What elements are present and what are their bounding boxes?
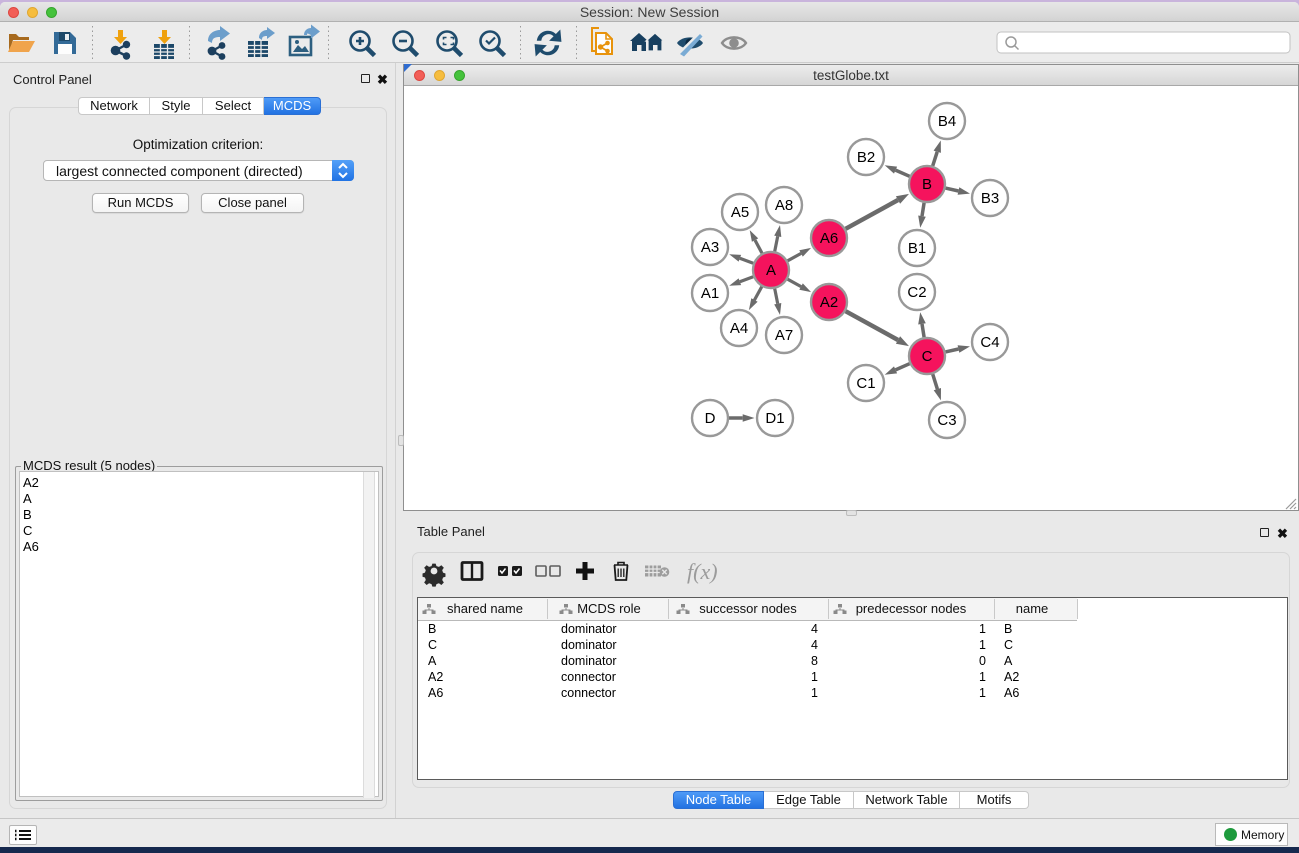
svg-text:1: 1: [811, 670, 818, 684]
svg-text:C2: C2: [907, 284, 926, 301]
svg-text:1: 1: [979, 622, 986, 636]
svg-text:A: A: [1004, 654, 1013, 668]
svg-text:A6: A6: [428, 686, 443, 700]
svg-text:C: C: [1004, 638, 1013, 652]
svg-text:A4: A4: [730, 320, 748, 337]
svg-text:A1: A1: [701, 285, 719, 302]
svg-text:B: B: [922, 176, 932, 193]
svg-text:C: C: [428, 638, 437, 652]
svg-text:A6: A6: [820, 230, 838, 247]
svg-text:dominator: dominator: [561, 638, 617, 652]
svg-text:dominator: dominator: [561, 654, 617, 668]
svg-text:dominator: dominator: [561, 622, 617, 636]
svg-text:B4: B4: [938, 113, 956, 130]
svg-text:0: 0: [979, 654, 986, 668]
svg-text:A2: A2: [820, 294, 838, 311]
svg-text:connector: connector: [561, 686, 616, 700]
svg-text:C: C: [922, 348, 933, 365]
svg-text:A3: A3: [701, 239, 719, 256]
svg-text:A7: A7: [775, 327, 793, 344]
svg-text:4: 4: [811, 638, 818, 652]
svg-text:MCDS role: MCDS role: [577, 601, 641, 616]
svg-text:A: A: [428, 654, 437, 668]
svg-text:A: A: [766, 262, 776, 279]
svg-text:8: 8: [811, 654, 818, 668]
svg-text:1: 1: [811, 686, 818, 700]
svg-text:A8: A8: [775, 197, 793, 214]
svg-text:A6: A6: [1004, 686, 1019, 700]
svg-text:predecessor nodes: predecessor nodes: [856, 601, 967, 616]
svg-text:1: 1: [979, 638, 986, 652]
svg-text:successor nodes: successor nodes: [699, 601, 797, 616]
svg-text:C3: C3: [937, 412, 956, 429]
svg-text:B2: B2: [857, 149, 875, 166]
svg-text:4: 4: [811, 622, 818, 636]
svg-text:shared name: shared name: [447, 601, 523, 616]
svg-text:connector: connector: [561, 670, 616, 684]
svg-text:1: 1: [979, 686, 986, 700]
svg-text:A2: A2: [1004, 670, 1019, 684]
svg-text:B: B: [428, 622, 436, 636]
svg-text:D1: D1: [765, 410, 784, 427]
svg-text:C4: C4: [980, 334, 999, 351]
svg-text:A5: A5: [731, 204, 749, 221]
svg-text:1: 1: [979, 670, 986, 684]
svg-text:B1: B1: [908, 240, 926, 257]
svg-text:name: name: [1016, 601, 1049, 616]
svg-text:D: D: [705, 410, 716, 427]
svg-text:B: B: [1004, 622, 1012, 636]
svg-text:B3: B3: [981, 190, 999, 207]
svg-text:A2: A2: [428, 670, 443, 684]
svg-text:C1: C1: [856, 375, 875, 392]
svg-text:f(x): f(x): [687, 559, 718, 584]
